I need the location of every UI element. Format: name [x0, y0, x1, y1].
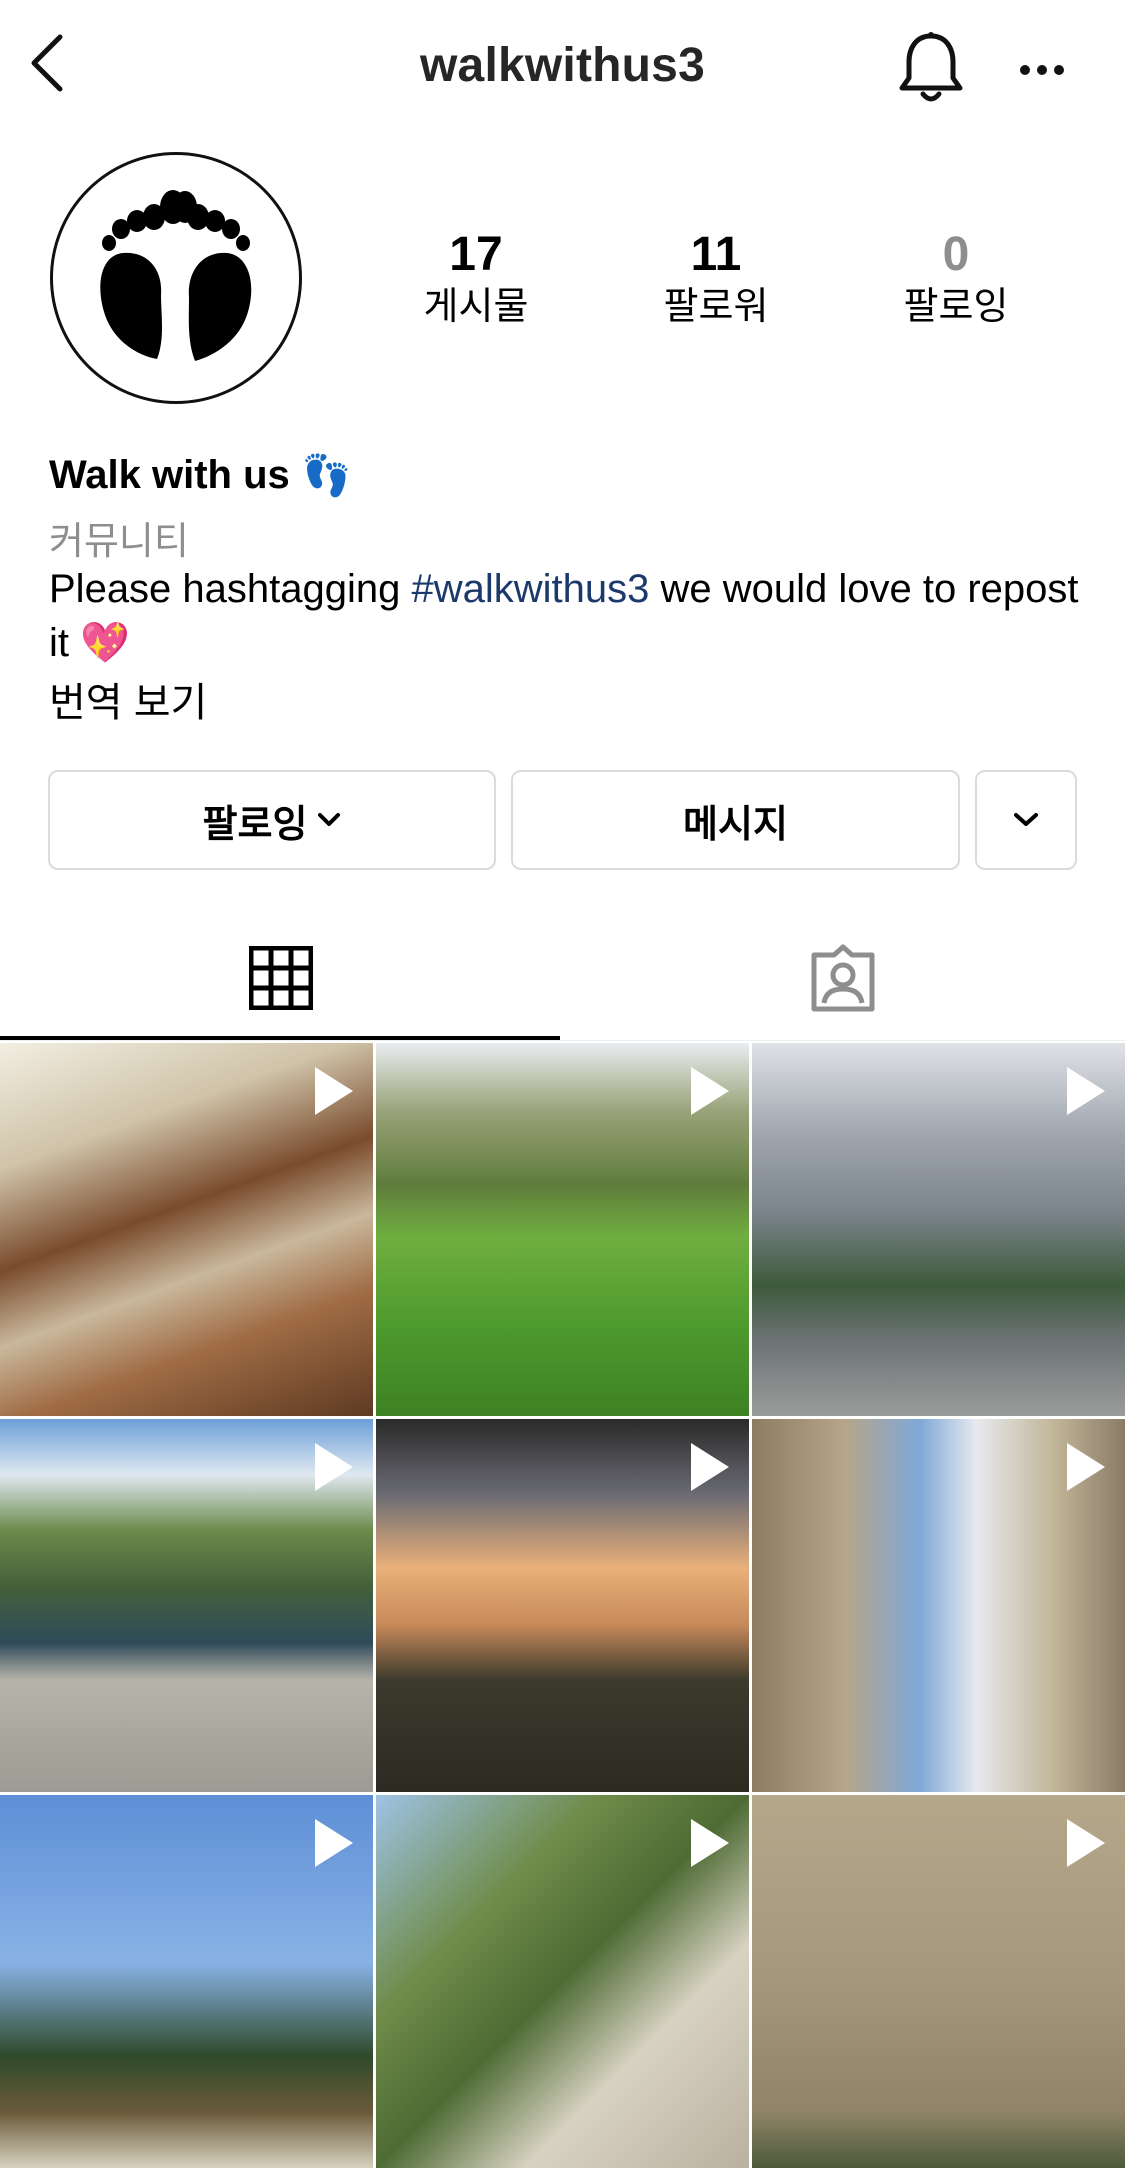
play-icon: [1067, 1819, 1105, 1867]
play-icon: [691, 1819, 729, 1867]
stat-followers[interactable]: 11 팔로워: [616, 228, 816, 330]
tagged-person-icon: [811, 944, 875, 1012]
following-button[interactable]: 팔로잉: [48, 770, 496, 870]
post-thumbnail[interactable]: [0, 1419, 373, 1792]
post-thumbnail[interactable]: [376, 1043, 749, 1416]
tab-posts-grid[interactable]: [0, 918, 562, 1038]
play-icon: [315, 1443, 353, 1491]
play-icon: [315, 1819, 353, 1867]
chevron-down-icon: [1014, 813, 1038, 826]
message-button-label: 메시지: [683, 803, 788, 846]
footprints-emoji: 👣: [301, 454, 352, 498]
stat-following[interactable]: 0 팔로잉: [856, 228, 1056, 330]
posts-grid: [0, 1043, 1125, 2168]
see-translation-link[interactable]: 번역 보기: [49, 670, 207, 728]
stat-followers-label: 팔로워: [663, 286, 769, 328]
stat-posts-label: 게시물: [423, 286, 529, 328]
bio-text-part1: Please hashtagging: [49, 567, 412, 611]
post-thumbnail[interactable]: [376, 1419, 749, 1792]
more-horizontal-icon: [1020, 65, 1064, 75]
bell-icon: [899, 32, 963, 102]
stat-following-count: 0: [942, 228, 970, 281]
post-thumbnail[interactable]: [0, 1795, 373, 2168]
stat-followers-count: 11: [690, 228, 742, 281]
stat-posts-count: 17: [449, 228, 503, 281]
message-button[interactable]: 메시지: [511, 770, 960, 870]
bio-text: Please hashtagging #walkwithus3 we would…: [49, 562, 1089, 670]
post-thumbnail[interactable]: [752, 1419, 1125, 1792]
avatar[interactable]: [50, 152, 302, 404]
bio-hashtag-link[interactable]: #walkwithus3: [412, 567, 650, 611]
play-icon: [691, 1443, 729, 1491]
following-button-label: 팔로잉: [202, 803, 308, 846]
footprints-icon: [100, 190, 252, 361]
more-options-button[interactable]: [1012, 40, 1072, 100]
stat-posts[interactable]: 17 게시물: [376, 228, 576, 330]
stat-following-label: 팔로잉: [903, 286, 1009, 328]
post-thumbnail[interactable]: [376, 1795, 749, 2168]
post-thumbnail[interactable]: [0, 1043, 373, 1416]
play-icon: [1067, 1067, 1105, 1115]
tab-tagged[interactable]: [562, 918, 1124, 1038]
profile-category: 커뮤니티: [49, 521, 189, 563]
post-thumbnail[interactable]: [752, 1795, 1125, 2168]
active-tab-indicator: [0, 1036, 560, 1040]
sparkling-heart-emoji: 💖: [80, 621, 130, 665]
chevron-down-icon: [318, 813, 341, 826]
play-icon: [1067, 1443, 1105, 1491]
play-icon: [315, 1067, 353, 1115]
tab-divider: [0, 1040, 1125, 1041]
grid-icon: [249, 946, 313, 1010]
post-thumbnail[interactable]: [752, 1043, 1125, 1416]
play-icon: [691, 1067, 729, 1115]
notifications-button[interactable]: [896, 28, 966, 108]
suggested-dropdown-button[interactable]: [975, 770, 1077, 870]
profile-display-name: Walk with us: [49, 453, 290, 497]
profile-display-name-row: Walk with us 👣: [49, 452, 352, 499]
